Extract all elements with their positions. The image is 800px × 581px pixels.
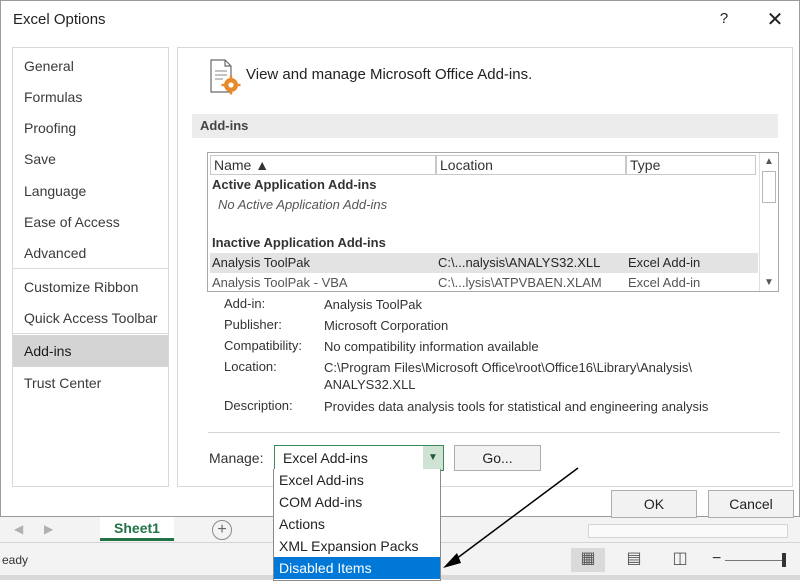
zoom-slider[interactable] [725,560,785,561]
sidebar-item-ease-of-access[interactable]: Ease of Access [13,206,168,238]
dropdown-option-actions[interactable]: Actions [274,513,440,535]
page-break-view-icon[interactable]: ◫ [663,548,697,572]
status-text: eady [2,553,29,567]
close-icon[interactable]: ✕ [765,7,785,32]
row-location: C:\...nalysis\ANALYS32.XLL [438,255,601,270]
sheet-prev-icon[interactable]: ◀ [14,522,23,536]
sheet-next-icon[interactable]: ▶ [44,522,53,536]
column-header-name[interactable]: Name ▲ [210,155,436,175]
divider [208,432,780,433]
manage-selected-value: Excel Add-ins [283,450,368,466]
location-value-line1: C:\Program Files\Microsoft Office\root\O… [324,360,692,375]
addin-value: Analysis ToolPak [324,297,423,312]
location-label: Location: [224,359,277,374]
publisher-label: Publisher: [224,317,282,332]
column-header-type[interactable]: Type [626,155,756,175]
list-scrollbar[interactable]: ▲ ▼ [759,153,778,291]
manage-dropdown[interactable]: Excel Add-ins ▼ [274,445,444,471]
add-ins-section-header: Add-ins [192,114,778,138]
zoom-slider-thumb[interactable] [782,553,786,567]
group-header-inactive: Inactive Application Add-ins [212,235,386,250]
sidebar-item-language[interactable]: Language [13,175,168,207]
chevron-down-icon[interactable]: ▼ [423,446,443,470]
manage-label: Manage: [209,450,264,466]
row-location: C:\...lysis\ATPVBAEN.XLAM [438,275,602,290]
dropdown-option-disabled-items[interactable]: Disabled Items [274,557,440,579]
options-sidebar: General Formulas Proofing Save Language … [12,47,169,487]
cancel-button[interactable]: Cancel [708,490,794,518]
compatibility-label: Compatibility: [224,338,303,353]
help-icon[interactable]: ? [716,10,732,27]
horizontal-scrollbar[interactable] [588,524,788,538]
sidebar-item-advanced[interactable]: Advanced [13,237,168,269]
add-ins-list[interactable]: Name ▲ Location Type Active Application … [207,152,779,292]
sidebar-item-save[interactable]: Save [13,143,168,175]
dropdown-option-xml-expansion-packs[interactable]: XML Expansion Packs [274,535,440,557]
excel-options-dialog: Excel Options ? ✕ General Formulas Proof… [0,0,800,518]
compatibility-value: No compatibility information available [324,339,539,354]
scroll-up-icon[interactable]: ▲ [760,153,778,170]
panel-heading: View and manage Microsoft Office Add-ins… [246,66,533,83]
sidebar-item-proofing[interactable]: Proofing [13,112,168,144]
table-row[interactable]: Analysis ToolPak - VBA C:\...lysis\ATPVB… [210,273,758,291]
table-row[interactable]: Analysis ToolPak C:\...nalysis\ANALYS32.… [210,253,758,273]
row-type: Excel Add-in [628,275,701,290]
normal-view-icon[interactable]: ▦ [571,548,605,572]
column-header-location[interactable]: Location [436,155,626,175]
go-button[interactable]: Go... [454,445,541,471]
publisher-value: Microsoft Corporation [324,318,449,333]
sheet-tab[interactable]: Sheet1 [100,517,174,541]
row-type: Excel Add-in [628,255,701,270]
dialog-title: Excel Options [13,11,106,28]
location-value-line2: ANALYS32.XLL [324,377,416,392]
scroll-thumb[interactable] [762,171,776,203]
add-sheet-icon[interactable]: + [212,520,232,540]
sidebar-item-formulas[interactable]: Formulas [13,81,168,113]
group-header-active: Active Application Add-ins [212,177,377,192]
sidebar-divider [13,268,168,269]
sidebar-item-quick-access-toolbar[interactable]: Quick Access Toolbar [13,302,168,334]
addin-label: Add-in: [224,296,266,311]
sidebar-item-add-ins[interactable]: Add-ins [13,335,168,367]
ok-button[interactable]: OK [611,490,697,518]
row-name: Analysis ToolPak [212,255,311,270]
dropdown-option-com-add-ins[interactable]: COM Add-ins [274,491,440,513]
row-name: Analysis ToolPak - VBA [212,275,348,290]
scroll-down-icon[interactable]: ▼ [760,274,778,291]
sidebar-item-trust-center[interactable]: Trust Center [13,367,168,399]
sidebar-item-general[interactable]: General [13,50,168,82]
description-value: Provides data analysis tools for statist… [324,399,709,414]
add-ins-gear-icon [208,58,242,99]
group-empty-text: No Active Application Add-ins [218,197,388,212]
description-label: Description: [224,398,293,413]
sidebar-divider [13,333,168,334]
page-layout-view-icon[interactable]: ▤ [617,548,651,572]
location-value: C:\Program Files\Microsoft Office\root\O… [324,359,754,393]
add-ins-panel: View and manage Microsoft Office Add-ins… [177,47,793,487]
zoom-out-icon[interactable]: − [712,550,721,568]
dropdown-option-excel-add-ins[interactable]: Excel Add-ins [274,469,440,491]
manage-dropdown-list: Excel Add-ins COM Add-ins Actions XML Ex… [273,469,441,581]
sidebar-item-customize-ribbon[interactable]: Customize Ribbon [13,271,168,303]
